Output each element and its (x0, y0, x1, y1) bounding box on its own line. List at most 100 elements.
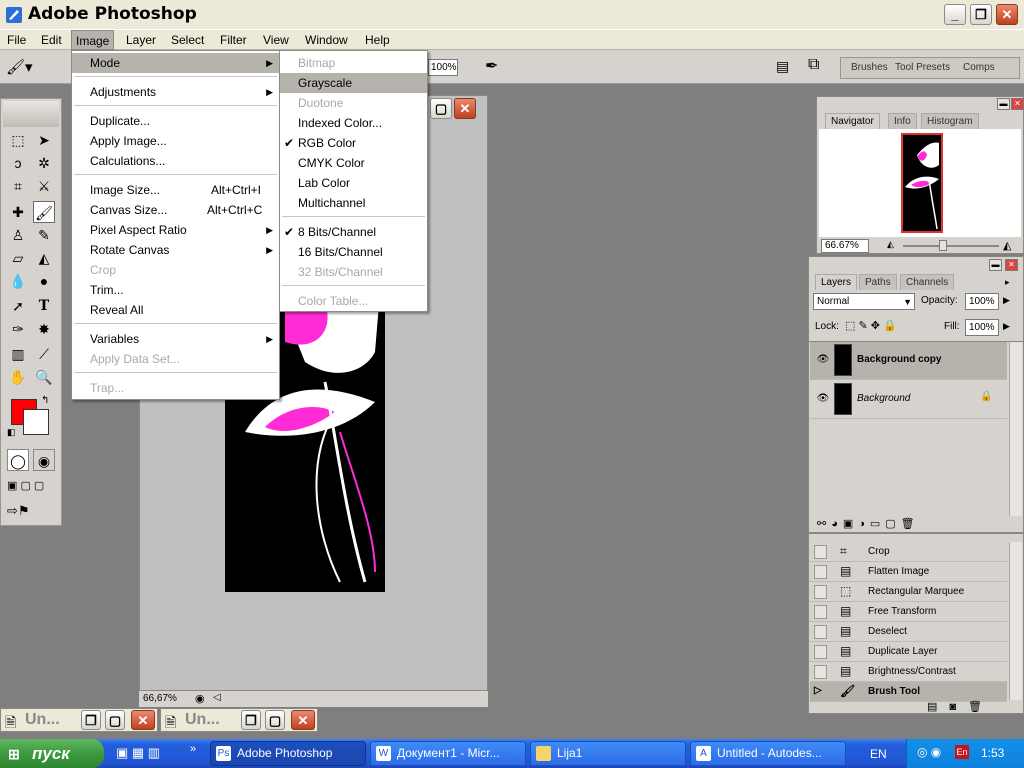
menu-item-mode[interactable]: Mode ▶ (72, 53, 279, 73)
panel-menu-icon[interactable]: ▸ (1005, 277, 1010, 288)
history-bottom-toolbar[interactable]: ▤◙🗑 (927, 700, 994, 713)
blur-tool-icon[interactable]: 💧 (7, 270, 29, 292)
history-item[interactable]: ⬚ Rectangular Marquee (810, 582, 1007, 602)
menu-item-multichannel[interactable]: Multichannel (280, 193, 427, 213)
menu-item-calculations[interactable]: Calculations... (72, 151, 279, 171)
menu-item-duotone[interactable]: Duotone (280, 93, 427, 113)
quick-launch-icons[interactable]: ▣ ▦ ▥ (116, 745, 160, 761)
tool-presets-tab[interactable]: Tool Presets (895, 62, 950, 73)
menu-item-bitmap[interactable]: Bitmap (280, 53, 427, 73)
flow-field[interactable]: 100% (428, 59, 458, 76)
doc-maximize-button[interactable]: ▢ (430, 98, 452, 119)
menu-image[interactable]: Image (71, 30, 115, 50)
zoom-tool-icon[interactable]: 🔍 (33, 366, 55, 388)
menu-item-duplicate[interactable]: Duplicate... (72, 111, 279, 131)
jump-to-imageready-icon[interactable]: ⇨⚑ (7, 503, 30, 519)
eyedropper-tool-icon[interactable]: ⟋ (33, 343, 55, 365)
menu-item-trim[interactable]: Trim... (72, 280, 279, 300)
menu-edit[interactable]: Edit (37, 30, 66, 50)
scroll-left-icon[interactable]: ◁ (213, 692, 221, 703)
minimize-button[interactable]: _ (944, 4, 966, 25)
doc-close-button[interactable]: ✕ (454, 98, 476, 119)
tab-layers[interactable]: Layers (815, 274, 858, 290)
menu-item-apply-image[interactable]: Apply Image... (72, 131, 279, 151)
menu-item-variables[interactable]: Variables ▶ (72, 329, 279, 349)
file-browser-icon[interactable]: ▤ (776, 58, 789, 75)
restore-button[interactable]: ❐ (970, 4, 992, 25)
menu-item-lab-color[interactable]: Lab Color (280, 173, 427, 193)
taskbar-button-autodesk[interactable]: A Untitled - Autodes... (690, 741, 846, 766)
opacity-arrow-icon[interactable]: ▶ (1003, 295, 1010, 306)
taskbar-button-folder[interactable]: Lija1 (530, 741, 686, 766)
minimized-window-2[interactable]: 🗎 Un... ❐ ▢ ✕ (160, 708, 318, 732)
path-selection-tool-icon[interactable]: ➚ (7, 295, 29, 317)
hand-tool-icon[interactable]: ✋ (7, 366, 29, 388)
clone-stamp-tool-icon[interactable]: ♙ (7, 224, 29, 246)
menu-item-color-table[interactable]: Color Table... (280, 291, 427, 311)
crop-tool-icon[interactable]: ⌗ (7, 175, 29, 197)
snapshot-checkbox[interactable] (814, 585, 827, 599)
panel-minimize-button[interactable]: ▬ (997, 98, 1010, 110)
tab-info[interactable]: Info (888, 113, 917, 129)
layer-row-background-copy[interactable]: 👁 Background copy (810, 342, 1007, 380)
snapshot-checkbox[interactable] (814, 545, 827, 559)
zoom-out-icon[interactable]: ◭ (887, 239, 894, 250)
zoom-in-icon[interactable]: ◭ (1003, 239, 1011, 252)
brush-tool-icon[interactable]: 🖌 (33, 201, 55, 223)
snapshot-checkbox[interactable] (814, 625, 827, 639)
menu-help[interactable]: Help (361, 30, 394, 50)
background-color-swatch[interactable] (23, 409, 49, 435)
keyboard-layout-icon[interactable]: En (955, 745, 969, 759)
comps-tab[interactable]: Comps (963, 62, 995, 73)
language-indicator[interactable]: EN (870, 747, 887, 761)
feather-logo-icon[interactable] (3, 101, 59, 127)
tab-channels[interactable]: Channels (900, 274, 955, 290)
brush-preset-picker[interactable]: 🖌▾ (6, 58, 44, 78)
history-state-marker-icon[interactable]: ▷ (814, 685, 827, 699)
layer-row-background[interactable]: 👁 Background 🔒 (810, 381, 1007, 419)
navigator-view-box[interactable] (901, 133, 943, 233)
history-item[interactable]: ▤ Duplicate Layer (810, 642, 1007, 662)
default-colors-icon[interactable]: ◧ (7, 427, 16, 438)
layer-bottom-toolbar[interactable]: ⚯◕▣◑▭▢🗑 (817, 517, 920, 530)
close-button[interactable]: ✕ (996, 4, 1018, 25)
menu-item-reveal-all[interactable]: Reveal All (72, 300, 279, 320)
zoom-slider-track[interactable] (903, 245, 999, 247)
eye-icon[interactable]: 👁 (816, 393, 830, 405)
history-item[interactable]: ▤ Free Transform (810, 602, 1007, 622)
history-brush-tool-icon[interactable]: ✎ (33, 224, 55, 246)
menu-item-32-bits[interactable]: 32 Bits/Channel (280, 262, 427, 282)
maximize-button[interactable]: ▢ (265, 710, 285, 730)
menu-item-rgb-color[interactable]: ✔ RGB Color (280, 133, 427, 153)
minimized-window-1[interactable]: 🗎 Un... ❐ ▢ ✕ (0, 708, 158, 732)
blend-mode-select[interactable]: Normal ▼ (813, 293, 915, 310)
screen-mode-icons[interactable]: ▣ ▢ ▢ (7, 479, 44, 492)
taskbar-button-photoshop[interactable]: Ps Adobe Photoshop (210, 741, 366, 766)
opacity-field[interactable]: 100% (965, 293, 999, 310)
layers-scrollbar[interactable] (1009, 342, 1022, 516)
close-button[interactable]: ✕ (291, 710, 315, 730)
move-tool-icon[interactable]: ➤ (33, 129, 55, 151)
eye-icon[interactable]: 👁 (816, 354, 830, 366)
restore-button[interactable]: ❐ (241, 710, 261, 730)
taskbar-button-word[interactable]: W Документ1 - Micr... (370, 741, 526, 766)
tab-paths[interactable]: Paths (859, 274, 897, 290)
snapshot-checkbox[interactable] (814, 645, 827, 659)
menu-item-canvas-size[interactable]: Canvas Size... Alt+Ctrl+C (72, 200, 279, 220)
clock[interactable]: 1:53 (981, 746, 1004, 760)
menu-item-indexed-color[interactable]: Indexed Color... (280, 113, 427, 133)
quick-mask-mode-icon[interactable]: ◉ (33, 449, 55, 471)
history-item[interactable]: ▤ Brightness/Contrast (810, 662, 1007, 682)
history-item-current[interactable]: ▷ 🖌 Brush Tool (810, 682, 1007, 702)
marquee-tool-icon[interactable]: ⬚ (7, 129, 29, 151)
lock-icons[interactable]: ⬚ ✎ ✥ 🔒 (845, 319, 897, 332)
zoom-slider-handle[interactable] (939, 240, 947, 251)
menu-filter[interactable]: Filter (216, 30, 251, 50)
menu-item-adjustments[interactable]: Adjustments ▶ (72, 82, 279, 102)
photoshop-app-icon[interactable] (5, 6, 23, 24)
maximize-button[interactable]: ▢ (105, 710, 125, 730)
airbrush-icon[interactable]: ✒ (485, 56, 498, 76)
status-menu-icon[interactable]: ◉ (195, 692, 205, 705)
history-item[interactable]: ▤ Deselect (810, 622, 1007, 642)
panel-minimize-button[interactable]: ▬ (989, 259, 1002, 271)
